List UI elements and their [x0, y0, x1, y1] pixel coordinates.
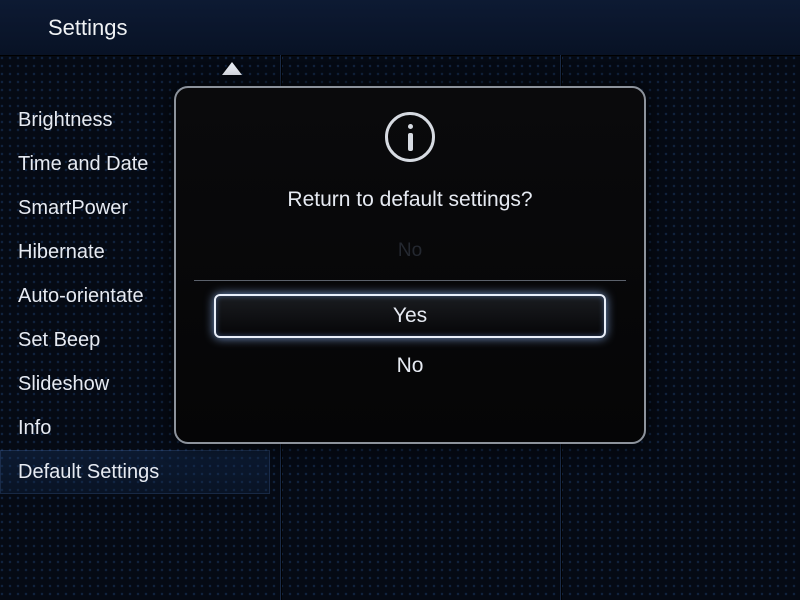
sidebar-item-label: Slideshow [18, 373, 109, 396]
option-label: No [397, 354, 424, 378]
sidebar-item-default-settings[interactable]: Default Settings [0, 450, 270, 494]
sidebar-item-label: Time and Date [18, 153, 148, 176]
sidebar-item-label: Brightness [18, 109, 113, 132]
dialog-prompt: Return to default settings? [176, 188, 644, 212]
dialog-option-no[interactable]: No [214, 346, 606, 386]
settings-screen: Settings Brightness Time and Date SmartP… [0, 0, 800, 600]
dialog-option-yes[interactable]: Yes [214, 294, 606, 338]
sidebar-item-label: Default Settings [18, 461, 159, 484]
dialog-ghost-label: No [176, 240, 644, 262]
sidebar-item-label: Auto-orientate [18, 285, 144, 308]
scroll-up-icon[interactable] [222, 62, 242, 75]
info-icon [385, 112, 435, 162]
page-title: Settings [48, 15, 128, 41]
sidebar-item-label: Hibernate [18, 241, 105, 264]
sidebar-item-label: Set Beep [18, 329, 100, 352]
sidebar-item-label: SmartPower [18, 197, 128, 220]
title-bar: Settings [0, 0, 800, 56]
confirm-dialog: Return to default settings? No Yes No [174, 86, 646, 444]
option-label: Yes [393, 304, 427, 328]
sidebar-item-label: Info [18, 417, 51, 440]
dialog-divider [194, 280, 626, 281]
